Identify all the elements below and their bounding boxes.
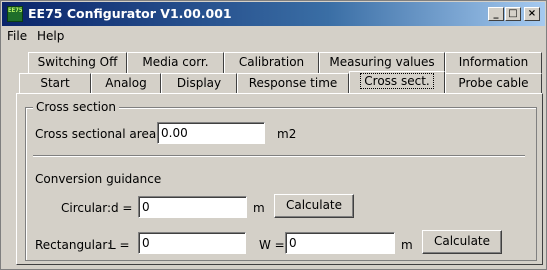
menu-help[interactable]: Help bbox=[37, 29, 64, 43]
maximize-button[interactable]: □ bbox=[505, 7, 521, 21]
tab-media-corr[interactable]: Media corr. bbox=[127, 52, 224, 73]
length-input[interactable]: 0 bbox=[138, 232, 246, 254]
configurator-window: EE75 EE75 Configurator V1.00.001 _ □ × F… bbox=[0, 0, 547, 270]
area-input[interactable]: 0.00 bbox=[157, 122, 265, 144]
area-unit: m2 bbox=[277, 127, 297, 141]
d-label: d = bbox=[111, 201, 133, 215]
d-unit: m bbox=[253, 201, 265, 215]
l-label: L = bbox=[109, 238, 130, 252]
minimize-button[interactable]: _ bbox=[488, 7, 504, 21]
group-title: Cross section bbox=[33, 100, 119, 114]
app-icon: EE75 bbox=[7, 6, 23, 22]
close-button[interactable]: × bbox=[524, 7, 540, 21]
tab-probe-cable[interactable]: Probe cable bbox=[445, 73, 542, 94]
tab-start[interactable]: Start bbox=[19, 73, 91, 94]
width-input[interactable]: 0 bbox=[285, 232, 395, 254]
area-label: Cross sectional area: bbox=[35, 127, 161, 141]
tab-analog[interactable]: Analog bbox=[91, 73, 161, 94]
w-label: W = bbox=[259, 238, 285, 252]
rectangular-label: Rectangular: bbox=[35, 238, 112, 252]
diameter-input[interactable]: 0 bbox=[138, 196, 247, 218]
tab-measuring-values[interactable]: Measuring values bbox=[319, 52, 445, 73]
menu-file[interactable]: File bbox=[7, 29, 27, 43]
title-bar[interactable]: EE75 EE75 Configurator V1.00.001 _ □ × bbox=[2, 2, 545, 26]
tab-response-time[interactable]: Response time bbox=[237, 73, 349, 94]
window-title: EE75 Configurator V1.00.001 bbox=[28, 6, 232, 21]
tab-display[interactable]: Display bbox=[161, 73, 237, 94]
calculate-rectangular-button[interactable]: Calculate bbox=[422, 230, 502, 254]
tab-cross-sect[interactable]: Cross sect. bbox=[349, 71, 445, 94]
conversion-heading: Conversion guidance bbox=[35, 172, 162, 186]
tab-calibration[interactable]: Calibration bbox=[224, 52, 319, 73]
circular-label: Circular: bbox=[61, 201, 112, 215]
tab-information[interactable]: Information bbox=[445, 52, 542, 73]
tab-switching-off[interactable]: Switching Off bbox=[28, 52, 127, 73]
tab-cross-sect-label: Cross sect. bbox=[360, 73, 434, 89]
calculate-circular-button[interactable]: Calculate bbox=[274, 194, 354, 218]
w-unit: m bbox=[401, 238, 413, 252]
separator bbox=[33, 155, 525, 157]
